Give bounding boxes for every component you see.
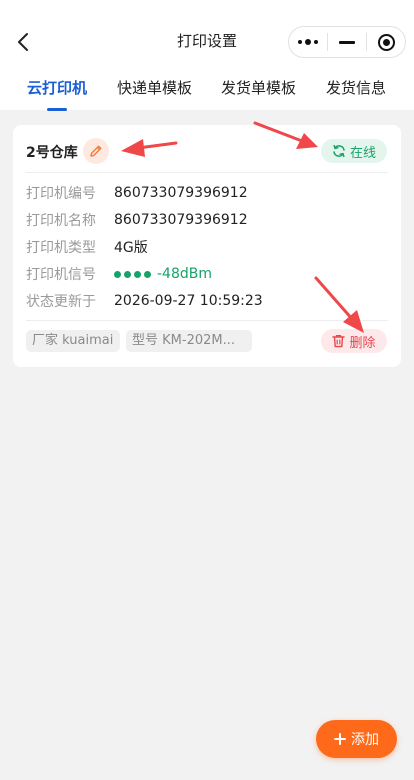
model-chip: 型号 KM-202M... <box>126 330 252 352</box>
field-value: 4G版 <box>114 240 148 256</box>
signal-dbm: -48dBm <box>157 266 212 282</box>
add-printer-button[interactable]: 添加 <box>316 720 397 758</box>
more-button[interactable] <box>289 27 327 57</box>
plus-icon <box>334 733 346 745</box>
printer-name: 2号仓库 <box>26 145 78 161</box>
field-value: 2026-09-27 10:59:23 <box>114 293 263 309</box>
field-value: 860733079396912 <box>114 212 248 228</box>
field-row-type: 打印机类型 4G版 <box>26 237 148 257</box>
tab-express-template[interactable]: 快递单模板 <box>117 78 192 98</box>
field-label: 状态更新于 <box>26 294 96 310</box>
card-divider <box>26 172 388 173</box>
active-tab-indicator <box>47 108 67 111</box>
refresh-icon <box>333 144 345 158</box>
more-icon <box>298 39 318 45</box>
close-target-icon <box>377 33 395 51</box>
field-label: 打印机信号 <box>26 267 96 283</box>
delete-label: 删除 <box>349 335 376 351</box>
add-label: 添加 <box>351 732 379 748</box>
field-row-signal: 打印机信号 -48dBm <box>26 264 212 284</box>
field-row-name: 打印机名称 860733079396912 <box>26 210 248 230</box>
delete-button[interactable]: 删除 <box>321 329 387 353</box>
tab-shipping-info[interactable]: 发货信息 <box>326 78 386 98</box>
status-badge[interactable]: 在线 <box>321 139 387 163</box>
field-row-updated: 状态更新于 2026-09-27 10:59:23 <box>26 291 263 311</box>
status-text: 在线 <box>349 145 376 161</box>
header: 打印设置 云打印机 快递单模板 发货单模板 发货信息 <box>0 0 414 111</box>
field-label: 打印机类型 <box>26 240 96 256</box>
tab-invoice-template[interactable]: 发货单模板 <box>221 78 296 98</box>
edit-icon <box>90 145 102 157</box>
tab-bar: 云打印机 快递单模板 发货单模板 发货信息 <box>0 70 414 111</box>
field-label: 打印机编号 <box>26 186 96 202</box>
manufacturer-chip: 厂家 kuaimai <box>26 330 120 352</box>
field-row-serial: 打印机编号 860733079396912 <box>26 183 248 203</box>
card-divider <box>26 320 388 321</box>
minimize-button[interactable] <box>328 27 366 57</box>
printer-card: 2号仓库 在线 打印机编号 860733079396912 打印机名称 8607… <box>13 125 401 367</box>
minimize-icon <box>339 40 355 44</box>
signal-value: -48dBm <box>114 266 212 282</box>
field-value: 860733079396912 <box>114 185 248 201</box>
close-button[interactable] <box>367 27 405 57</box>
edit-name-button[interactable] <box>83 138 109 164</box>
mini-program-capsule <box>288 26 406 58</box>
tab-cloud-printer[interactable]: 云打印机 <box>27 78 87 98</box>
trash-icon <box>332 334 346 348</box>
field-label: 打印机名称 <box>26 213 96 229</box>
annotation-arrows <box>121 121 364 333</box>
signal-strength-icon <box>114 270 151 278</box>
